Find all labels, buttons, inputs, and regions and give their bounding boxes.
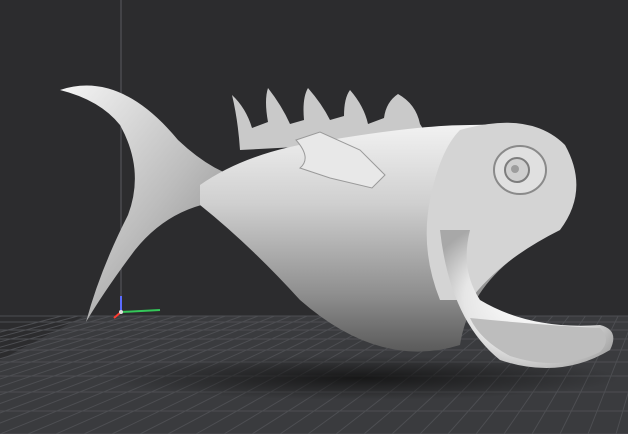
fish-eye <box>493 145 547 195</box>
viewport-canvas[interactable] <box>0 0 628 434</box>
origin-axes <box>113 296 161 319</box>
3d-viewport[interactable] <box>0 0 628 434</box>
